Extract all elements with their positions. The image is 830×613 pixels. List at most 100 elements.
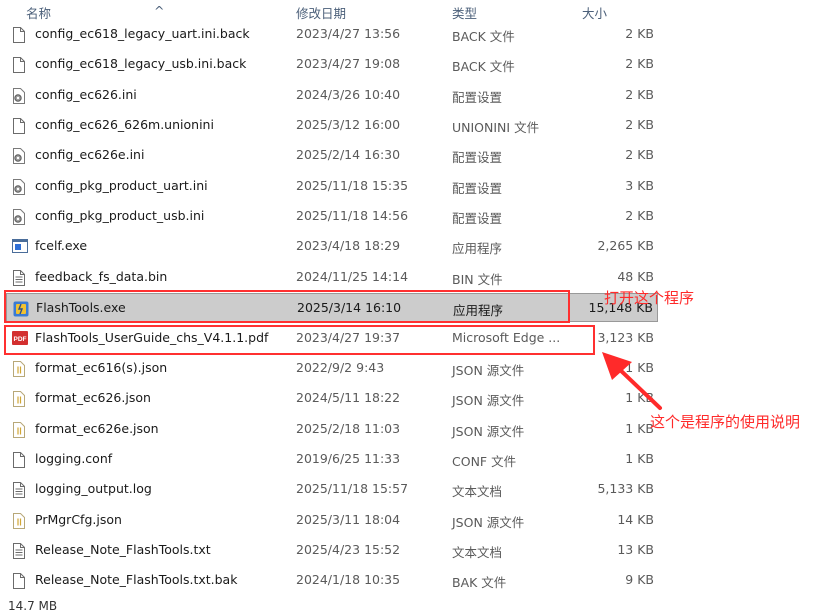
file-name: logging_output.log	[35, 481, 152, 497]
file-name: config_ec618_legacy_usb.ini.back	[35, 56, 247, 72]
file-name: config_ec626.ini	[35, 86, 137, 102]
file-type: 文本文档	[452, 544, 503, 560]
file-name: format_ec626e.json	[35, 420, 159, 436]
blank-file-icon	[12, 57, 26, 74]
file-date: 2024/11/25 14:14	[296, 268, 409, 284]
file-date: 2023/4/18 18:29	[296, 238, 401, 254]
file-row[interactable]: config_ec626_626m.unionini 2025/3/12 16:0…	[6, 111, 658, 140]
status-size: 14.7 MB	[8, 599, 58, 613]
file-row[interactable]: logging.conf 2019/6/25 11:33 CONF 文件 1 KB	[6, 445, 658, 474]
file-date: 2025/3/11 18:04	[296, 511, 401, 527]
file-type: 文本文档	[452, 484, 503, 500]
json-file-icon	[12, 360, 26, 377]
file-name: feedback_fs_data.bin	[35, 268, 168, 284]
file-row[interactable]: feedback_fs_data.bin 2024/11/25 14:14 BIN …	[6, 263, 658, 292]
file-type: UNIONINI 文件	[452, 120, 540, 136]
file-row[interactable]: config_pkg_product_usb.ini 2025/11/18 14:…	[6, 202, 658, 231]
settings-file-icon	[12, 178, 26, 195]
file-name: Release_Note_FlashTools.txt	[35, 541, 211, 557]
file-type: 配置设置	[452, 150, 503, 166]
file-row[interactable]: config_ec618_legacy_usb.ini.back 2023/4/2…	[6, 50, 658, 79]
text-file-icon	[12, 482, 26, 499]
file-size: 2 KB	[625, 86, 654, 102]
json-file-icon	[12, 421, 26, 438]
file-size: 3,123 KB	[597, 329, 654, 345]
file-row[interactable]: config_pkg_product_uart.ini 2025/11/18 15…	[6, 172, 658, 201]
file-date: 2023/4/27 19:08	[296, 56, 401, 72]
file-type: 配置设置	[452, 211, 503, 227]
file-type: BACK 文件	[452, 59, 515, 75]
file-row[interactable]: config_ec626e.ini 2025/2/14 16:30 配置设置 2 KB	[6, 141, 658, 170]
file-name: config_ec626_626m.unionini	[35, 117, 214, 133]
blank-file-icon	[12, 573, 26, 590]
file-date: 2025/11/18 15:57	[296, 481, 409, 497]
file-row[interactable]: format_ec626.json 2024/5/11 18:22 JSON 源文件…	[6, 384, 658, 413]
file-name: PrMgrCfg.json	[35, 511, 122, 527]
file-row[interactable]: config_ec626.ini 2024/3/26 10:40 配置设置 2 KB	[6, 81, 658, 110]
header-fragment: ^	[154, 3, 165, 18]
file-size: 2 KB	[625, 147, 654, 163]
file-size: 2,265 KB	[597, 238, 654, 254]
file-row[interactable]: Release_Note_FlashTools.txt.bak 2024/1/18…	[6, 566, 658, 595]
file-type: JSON 源文件	[452, 514, 525, 530]
blank-file-icon	[12, 27, 26, 43]
file-date: 2025/4/23 15:52	[296, 541, 401, 557]
blank-file-icon	[12, 451, 26, 468]
settings-file-icon	[12, 209, 26, 226]
settings-file-icon	[12, 148, 26, 165]
file-type: JSON 源文件	[452, 362, 525, 378]
file-name: Release_Note_FlashTools.txt.bak	[35, 572, 238, 588]
file-date: 2024/1/18 10:35	[296, 572, 401, 588]
file-row[interactable]: format_ec616(s).json 2022/9/2 9:43 JSON 源文…	[6, 354, 658, 383]
file-size: 13 KB	[617, 541, 654, 557]
file-name: fcelf.exe	[35, 238, 88, 254]
file-type: 应用程序	[452, 241, 503, 257]
file-type: JSON 源文件	[452, 423, 525, 439]
file-row[interactable]: PrMgrCfg.json 2025/3/11 18:04 JSON 源文件 14 K…	[6, 506, 658, 535]
highlight-box-flashtools-exe	[4, 290, 570, 323]
text-file-icon	[12, 542, 26, 559]
file-date: 2025/11/18 15:35	[296, 177, 409, 193]
file-date: 2025/2/14 16:30	[296, 147, 401, 163]
file-size: 3 KB	[625, 177, 654, 193]
blank-file-icon	[12, 118, 26, 135]
file-size: 2 KB	[625, 56, 654, 72]
file-date: 2024/3/26 10:40	[296, 86, 401, 102]
file-name: format_ec626.json	[35, 390, 151, 406]
file-type: BACK 文件	[452, 29, 515, 44]
annotation-open-program: 打开这个程序	[604, 289, 695, 307]
file-date: 2024/5/11 18:22	[296, 390, 401, 406]
file-name: format_ec616(s).json	[35, 359, 168, 375]
file-row[interactable]: logging_output.log 2025/11/18 15:57 文本文档 5,…	[6, 475, 658, 504]
file-name: config_ec626e.ini	[35, 147, 145, 163]
file-type: CONF 文件	[452, 453, 517, 469]
file-size: 2 KB	[625, 26, 654, 41]
json-file-icon	[12, 391, 26, 408]
file-row[interactable]: fcelf.exe 2023/4/18 18:29 应用程序 2,265 KB	[6, 232, 658, 261]
file-date: 2025/11/18 14:56	[296, 208, 409, 224]
file-size: 48 KB	[617, 268, 654, 284]
file-name: config_ec618_legacy_uart.ini.back	[35, 26, 250, 41]
column-header: ^ 名称 修改日期 类型 大小	[0, 0, 830, 21]
file-size: 1 KB	[625, 450, 654, 466]
file-size: 5,133 KB	[597, 481, 654, 497]
file-size: 2 KB	[625, 208, 654, 224]
file-type: 配置设置	[452, 89, 503, 105]
file-row[interactable]: config_ec618_legacy_uart.ini.back 2023/4/…	[6, 20, 658, 49]
file-type: BAK 文件	[452, 575, 507, 591]
file-name: config_pkg_product_uart.ini	[35, 177, 208, 193]
highlight-box-userguide-pdf	[4, 325, 595, 355]
file-row[interactable]: Release_Note_FlashTools.txt 2025/4/23 15:…	[6, 536, 658, 565]
file-name: logging.conf	[35, 450, 113, 466]
file-type: BIN 文件	[452, 271, 503, 287]
file-date: 2019/6/25 11:33	[296, 450, 401, 466]
file-date: 2025/2/18 11:03	[296, 420, 401, 436]
json-file-icon	[12, 512, 26, 529]
exe-icon	[12, 239, 28, 255]
file-date: 2023/4/27 13:56	[296, 26, 401, 41]
file-type: JSON 源文件	[452, 393, 525, 409]
file-row[interactable]: format_ec626e.json 2025/2/18 11:03 JSON 源文…	[6, 415, 658, 444]
file-name: config_pkg_product_usb.ini	[35, 208, 205, 224]
file-type: 配置设置	[452, 180, 503, 196]
file-date: 2022/9/2 9:43	[296, 359, 385, 375]
